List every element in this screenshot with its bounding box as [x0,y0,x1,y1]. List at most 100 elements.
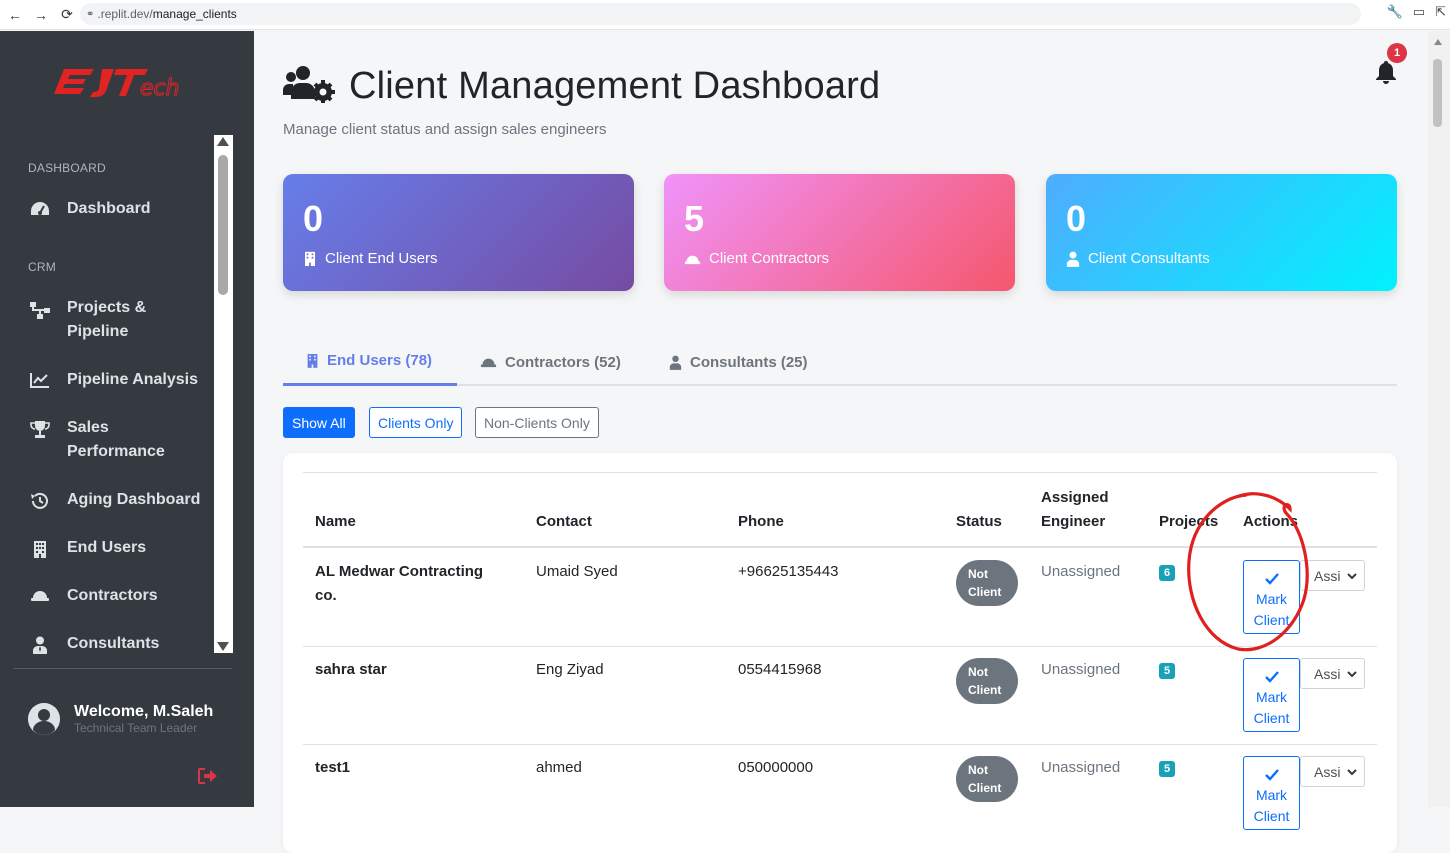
sidebar-item-label: Pipeline Analysis [67,371,199,388]
sidebar-item-sales-performance[interactable]: Sales Performance [28,416,165,464]
chevron-down-icon [1346,667,1358,683]
assigned-engineer: Unassigned [1041,759,1121,776]
sidebar-nav: DASHBOARD Dashboard CRM Projects & Pipeli… [0,131,232,656]
mark-client-button[interactable]: Mark Client [1243,658,1300,732]
back-arrow-icon[interactable]: ← [4,4,26,26]
reload-icon[interactable]: ⟳ [56,4,78,26]
browser-toolbar: ← → ⟳ ⚭ .replit.dev/manage_clients 🔧 ▭ ⇱ [0,0,1450,30]
ejtech-logo[interactable]: ech [50,61,200,101]
main-content: 1 Client Management Dashboard Manage cli… [254,31,1428,853]
column-header-contact[interactable]: Contact [536,510,592,534]
avatar [28,703,60,735]
stat-card-consultants: 0 Client Consultants [1046,174,1397,291]
client-phone: 050000000 [738,759,814,776]
sidebar-item-label: Aging Dashboard [67,491,201,508]
page-scrollbar[interactable] [1428,31,1450,807]
users-cog-icon [283,65,335,108]
chevron-down-icon [1346,569,1358,585]
trophy-icon [28,416,52,438]
devices-icon[interactable]: ▭ [1413,4,1425,20]
mark-client-button[interactable]: Mark Client [1243,560,1300,634]
forward-arrow-icon[interactable]: → [30,4,52,26]
scrollbar-thumb[interactable] [218,155,228,295]
user-tie-icon [28,632,52,654]
sidebar: ech DASHBOARD Dashboard CRM Projects & Pi… [0,31,254,807]
client-contact: ahmed [536,759,582,776]
user-welcome: Welcome, M.Saleh [74,703,214,720]
column-header-actions: Actions [1243,513,1299,530]
check-icon [1244,766,1299,785]
assigned-engineer: Unassigned [1041,661,1121,678]
column-header-name[interactable]: Name [315,510,356,534]
assign-select-value: Assi [1314,567,1341,584]
address-bar[interactable]: ⚭ .replit.dev/manage_clients [80,3,1361,25]
scroll-up-arrow-icon[interactable] [217,137,229,146]
assign-engineer-select[interactable]: Assi [1300,658,1365,689]
column-header-assigned-engineer[interactable]: Assigned Engineer [1041,486,1109,534]
sidebar-scrollbar[interactable] [214,135,233,653]
sidebar-item-label: Sales Performance [67,419,165,460]
mark-client-button[interactable]: Mark Client [1243,756,1300,830]
clients-only-button[interactable]: Clients Only [369,407,463,438]
projects-count-badge: 6 [1159,565,1175,581]
sidebar-item-label: End Users [67,539,147,556]
sidebar-item-dashboard[interactable]: Dashboard [28,197,151,221]
client-contact: Eng Ziyad [536,661,604,678]
client-name: sahra star [315,661,387,678]
tab-end-users[interactable]: End Users (78) [283,338,457,386]
scroll-up-arrow-icon[interactable] [1434,39,1442,45]
client-type-tabs: End Users (78) Contractors (52) Consulta… [283,338,1397,386]
chevron-down-icon [1346,765,1358,781]
tab-consultants[interactable]: Consultants (25) [669,338,808,386]
assign-engineer-select[interactable]: Assi [1300,756,1365,787]
client-name: test1 [315,759,351,776]
notification-bell[interactable] [1374,59,1398,90]
assign-select-value: Assi [1314,665,1341,682]
column-header-status[interactable]: Status [956,510,1002,534]
site-info-icon[interactable]: ⚭ [86,9,94,20]
tab-contractors[interactable]: Contractors (52) [480,338,621,386]
assign-select-value: Assi [1314,763,1341,780]
building-icon [307,354,318,368]
sidebar-item-contractors[interactable]: Contractors [28,584,158,608]
sidebar-item-label: Dashboard [67,200,151,217]
section-dashboard-label: DASHBOARD [28,161,106,175]
scroll-down-arrow-icon[interactable] [217,642,229,651]
client-phone: 0554415968 [738,661,822,678]
sidebar-item-end-users[interactable]: End Users [28,536,146,560]
assigned-engineer: Unassigned [1041,563,1121,580]
show-all-button[interactable]: Show All [283,407,355,438]
client-phone: +96625135443 [738,563,839,580]
sidebar-item-consultants[interactable]: Consultants [28,632,159,656]
user-tie-icon [1066,251,1080,267]
stat-value: 5 [684,198,705,239]
bell-icon [1376,61,1396,84]
tab-label: Contractors (52) [505,353,621,371]
projects-count-badge: 5 [1159,663,1175,679]
stat-value: 0 [303,198,324,239]
client-contact: Umaid Syed [536,563,618,580]
stat-card-end-users: 0 Client End Users [283,174,634,291]
svg-text:ech: ech [140,76,180,101]
sidebar-divider [14,668,232,669]
sidebar-item-aging-dashboard[interactable]: Aging Dashboard [28,488,200,512]
scrollbar-thumb[interactable] [1433,59,1442,127]
logout-icon[interactable] [198,768,218,789]
open-new-tab-icon[interactable]: ⇱ [1435,4,1446,20]
wrench-icon[interactable]: 🔧 [1387,4,1403,20]
sidebar-item-projects-pipeline[interactable]: Projects & Pipeline [28,296,146,344]
projects-count-badge: 5 [1159,761,1175,777]
column-header-phone[interactable]: Phone [738,510,784,534]
sidebar-item-pipeline-analysis[interactable]: Pipeline Analysis [28,368,198,392]
user-circle-icon [28,703,60,735]
column-header-projects[interactable]: Projects [1159,510,1218,534]
history-icon [28,488,52,510]
stat-label: Client Contractors [709,250,830,267]
status-badge: Not Client [956,658,1018,704]
user-role: Technical Team Leader [74,721,198,735]
non-clients-only-button[interactable]: Non-Clients Only [475,407,599,438]
assign-engineer-select[interactable]: Assi [1300,560,1365,591]
building-icon [305,251,315,266]
section-crm-label: CRM [28,260,56,274]
sidebar-item-label: Consultants [67,635,160,652]
